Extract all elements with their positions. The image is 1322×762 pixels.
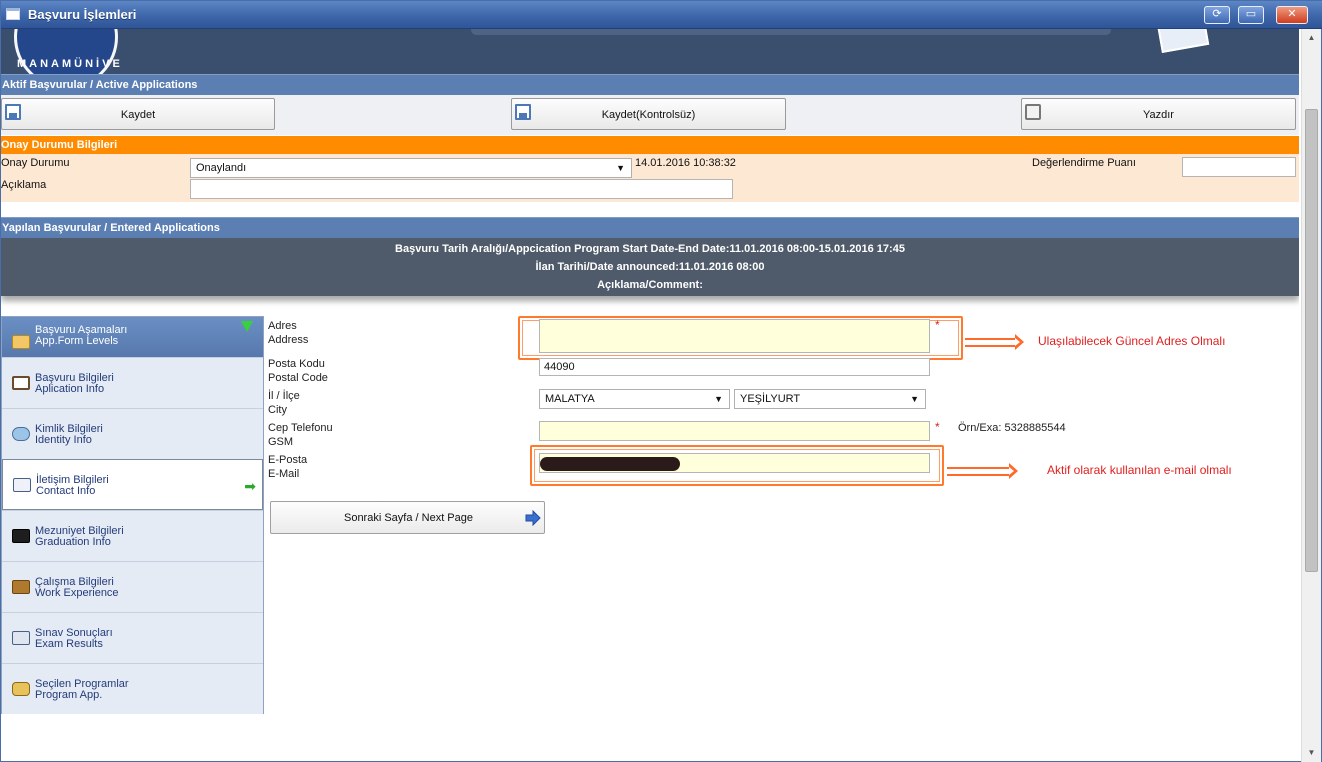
postal-code-input[interactable]: 44090 <box>539 358 930 376</box>
email-input[interactable] <box>539 453 930 473</box>
phone-label: Cep Telefonu GSM <box>268 422 333 448</box>
sidebar-item-sublabel: Exam Results <box>35 638 103 650</box>
city-select[interactable]: MALATYA ▼ <box>539 389 730 409</box>
collapse-triangle-icon[interactable] <box>241 321 253 332</box>
arrow-right-icon <box>525 510 541 526</box>
page-content: MANAMÜNİVE Aktif Başvurular / Active App… <box>1 29 1299 761</box>
address-arrow <box>965 334 1024 350</box>
email-annotation: Aktif olarak kullanılan e-mail olmalı <box>1047 463 1232 477</box>
sidebar-item-selected-programs[interactable]: Seçilen Programlar Program App. <box>2 663 263 714</box>
book-icon <box>12 376 30 390</box>
redacted-email <box>540 457 680 471</box>
logo-text: MANAMÜNİVE <box>17 58 123 70</box>
sidebar-item-sublabel: Program App. <box>35 689 103 701</box>
approval-header: Onay Durumu Bilgileri <box>1 136 1299 154</box>
sidebar-item-application-info[interactable]: Başvuru Bilgileri Aplication Info <box>2 357 263 408</box>
close-window-button[interactable]: ✕ <box>1276 6 1308 24</box>
sidebar-item-sublabel: Aplication Info <box>35 383 105 395</box>
arrow-right-icon: ➡ <box>244 478 256 494</box>
postal-code-label: Posta Kodu Postal Code <box>268 358 328 384</box>
comment-input[interactable] <box>190 179 733 199</box>
comment-text: Açıklama/Comment: <box>597 279 703 291</box>
sidebar-item-sublabel: Contact Info <box>36 485 96 497</box>
active-applications-header: Aktif Başvurular / Active Applications <box>1 74 1299 95</box>
vertical-scrollbar[interactable]: ▲ ▼ <box>1301 29 1321 762</box>
refresh-window-button[interactable]: ⟳ <box>1204 6 1230 24</box>
title-bar: Başvuru İşlemleri ⟳ ▭ ✕ <box>1 1 1322 29</box>
address-label: Adres Address <box>268 320 309 346</box>
sidebar-header-subtitle: App.Form Levels <box>35 335 119 347</box>
sidebar-item-exam-results[interactable]: Sınav Sonuçları Exam Results <box>2 612 263 663</box>
next-page-button[interactable]: Sonraki Sayfa / Next Page <box>270 501 545 534</box>
identity-icon <box>12 427 30 441</box>
maximize-window-button[interactable]: ▭ <box>1238 6 1264 24</box>
announce-date-text: İlan Tarihi/Date announced:11.01.2016 08… <box>535 261 765 273</box>
approval-status-select[interactable]: Onaylandı ▼ <box>190 158 632 178</box>
folder-icon <box>12 335 30 349</box>
sidebar-item-contact-info[interactable]: İletişim Bilgileri Contact Info ➡ <box>2 459 263 510</box>
approval-timestamp: 14.01.2016 10:38:32 <box>635 157 736 169</box>
sidebar-header: Başvuru Aşamaları App.Form Levels <box>2 317 263 357</box>
phone-input[interactable] <box>539 421 930 441</box>
score-input[interactable] <box>1182 157 1296 177</box>
email-arrow <box>947 463 1018 479</box>
university-logo: MANAMÜNİVE <box>14 29 123 74</box>
window-icon <box>6 8 20 20</box>
sidebar: Başvuru Aşamaları App.Form Levels Başvur… <box>1 316 264 714</box>
sidebar-item-sublabel: Graduation Info <box>35 536 111 548</box>
district-select-value: YEŞİLYURT <box>740 393 801 405</box>
banner-title-graphic <box>471 29 1111 35</box>
save-unchecked-button[interactable]: Kaydet(Kontrolsüz) <box>511 98 786 130</box>
header-banner: MANAMÜNİVE <box>1 29 1299 74</box>
sidebar-item-work-experience[interactable]: Çalışma Bilgileri Work Experience <box>2 561 263 612</box>
scroll-down-icon[interactable]: ▼ <box>1302 744 1321 762</box>
district-select[interactable]: YEŞİLYURT ▼ <box>734 389 926 409</box>
address-textarea[interactable] <box>539 319 930 353</box>
sidebar-item-identity-info[interactable]: Kimlik Bilgileri Identity Info <box>2 408 263 459</box>
date-range-text: Başvuru Tarih Aralığı/Appcication Progra… <box>395 243 905 255</box>
sidebar-item-sublabel: Identity Info <box>35 434 92 446</box>
scrollbar-thumb[interactable] <box>1305 109 1318 572</box>
sidebar-item-graduation-info[interactable]: Mezuniyet Bilgileri Graduation Info <box>2 510 263 561</box>
application-window: Başvuru İşlemleri ⟳ ▭ ✕ MANAMÜNİVE Aktif… <box>0 0 1322 762</box>
print-button[interactable]: Yazdır <box>1021 98 1296 130</box>
briefcase-icon <box>12 580 30 594</box>
graduation-cap-icon <box>12 529 30 543</box>
sidebar-item-sublabel: Work Experience <box>35 587 119 599</box>
city-select-value: MALATYA <box>545 393 595 405</box>
chevron-down-icon: ▼ <box>616 163 625 173</box>
program-icon <box>12 682 30 696</box>
window-title: Başvuru İşlemleri <box>28 7 137 22</box>
next-page-label: Sonraki Sayfa / Next Page <box>343 512 473 524</box>
email-label: E-Posta E-Mail <box>268 454 308 480</box>
chevron-down-icon: ▼ <box>714 394 723 404</box>
comment-label: Açıklama <box>1 179 47 191</box>
score-label: Değerlendirme Puanı <box>1032 157 1136 169</box>
address-annotation: Ulaşılabilecek Güncel Adres Olmalı <box>1038 334 1226 348</box>
application-info-band: Başvuru Tarih Aralığı/Appcication Progra… <box>1 238 1299 296</box>
phone-example-hint: Örn/Exa: 5328885544 <box>958 422 1066 434</box>
approval-status-value: Onaylandı <box>196 162 247 174</box>
scroll-up-icon[interactable]: ▲ <box>1302 29 1321 47</box>
contact-card-icon <box>13 478 31 492</box>
chevron-down-icon: ▼ <box>910 394 919 404</box>
phone-required-mark: * <box>935 420 940 434</box>
city-label: İl / İlçe City <box>268 390 300 416</box>
approval-panel: Onay Durumu Onaylandı ▼ 14.01.2016 10:38… <box>1 154 1299 202</box>
toolbar: Kaydet Kaydet(Kontrolsüz) Yazdır <box>1 95 1299 135</box>
address-required-mark: * <box>935 318 940 332</box>
save-button[interactable]: Kaydet <box>1 98 275 130</box>
entered-applications-header: Yapılan Başvurular / Entered Application… <box>1 217 1299 238</box>
approval-status-label: Onay Durumu <box>1 157 70 169</box>
keyboard-icon <box>12 631 30 645</box>
document-graphic <box>1156 29 1210 53</box>
